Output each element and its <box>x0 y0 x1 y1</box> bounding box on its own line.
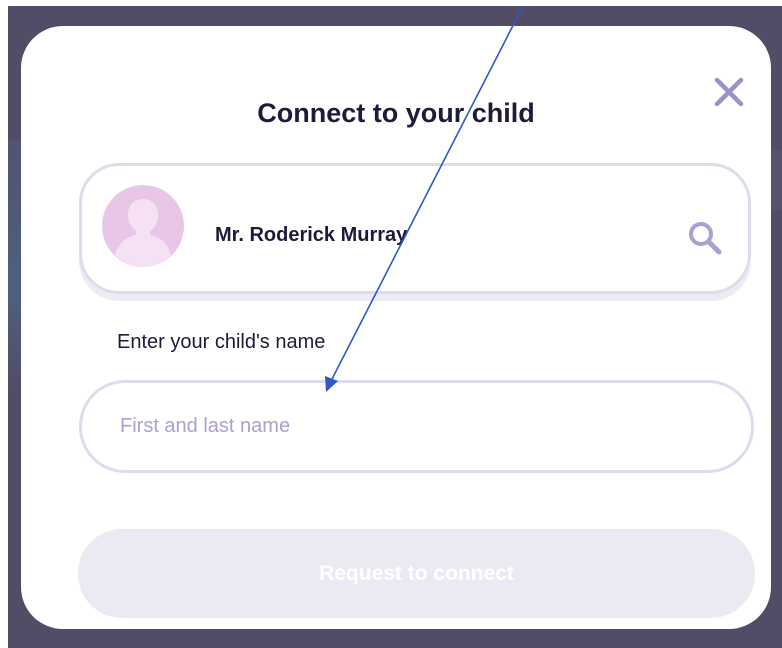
close-icon <box>714 77 744 107</box>
request-to-connect-button[interactable]: Request to connect <box>78 529 755 618</box>
dialog-title: Connect to your child <box>257 98 535 128</box>
teacher-name: Mr. Roderick Murray <box>215 224 408 246</box>
close-button[interactable] <box>701 70 761 120</box>
avatar <box>102 185 184 267</box>
selected-teacher-card[interactable]: Mr. Roderick Murray <box>79 163 751 294</box>
child-name-input[interactable] <box>79 380 754 473</box>
person-silhouette-icon <box>115 199 171 267</box>
search-icon[interactable] <box>685 218 725 258</box>
child-name-label: Enter your child's name <box>117 331 326 353</box>
connect-child-dialog: Connect to your child Mr. Roderick Murra… <box>21 26 771 629</box>
